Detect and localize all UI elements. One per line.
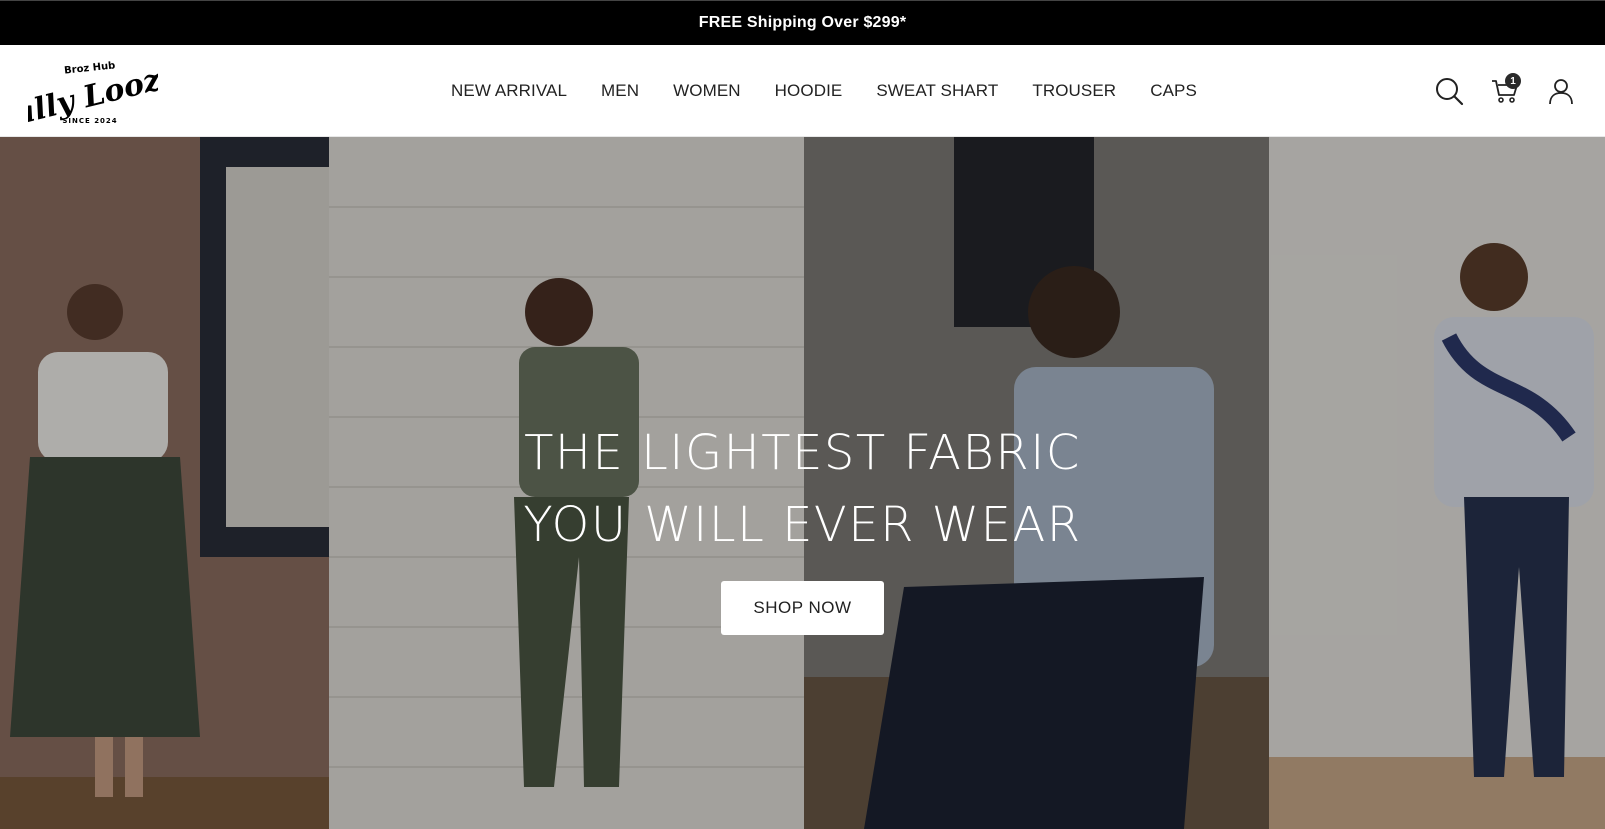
hero-content: THE LIGHTEST FABRIC YOU WILL EVER WEAR S… <box>0 137 1605 829</box>
nav-item-trouser[interactable]: TROUSER <box>1032 81 1116 101</box>
hero-headline: THE LIGHTEST FABRIC YOU WILL EVER WEAR <box>523 417 1081 561</box>
site-header: Broz Hub Sally Looze SINCE 2024 NEW ARRI… <box>0 45 1605 137</box>
logo-mark: Broz Hub Sally Looze SINCE 2024 <box>28 58 158 129</box>
brand-logo[interactable]: Broz Hub Sally Looze SINCE 2024 <box>28 55 158 129</box>
search-icon <box>1436 78 1464 106</box>
hero-banner: THE LIGHTEST FABRIC YOU WILL EVER WEAR S… <box>0 137 1605 829</box>
nav-item-hoodie[interactable]: HOODIE <box>775 81 843 101</box>
cart-button[interactable]: 1 <box>1489 73 1521 107</box>
main-nav: NEW ARRIVAL MEN WOMEN HOODIE SWEAT SHART… <box>451 45 1197 137</box>
nav-item-sweat-shart[interactable]: SWEAT SHART <box>876 81 998 101</box>
shop-now-button[interactable]: SHOP NOW <box>721 581 884 635</box>
user-icon <box>1549 79 1573 105</box>
nav-item-new-arrival[interactable]: NEW ARRIVAL <box>451 81 567 101</box>
announcement-bar: FREE Shipping Over $299* <box>0 0 1605 45</box>
header-icons: 1 <box>1433 45 1577 137</box>
nav-item-men[interactable]: MEN <box>601 81 639 101</box>
hero-headline-line1: THE LIGHTEST FABRIC <box>524 425 1081 481</box>
svg-text:SINCE 2024: SINCE 2024 <box>62 117 117 125</box>
announcement-text: FREE Shipping Over $299* <box>698 14 907 31</box>
cart-count-badge: 1 <box>1505 73 1521 89</box>
nav-item-women[interactable]: WOMEN <box>673 81 741 101</box>
nav-item-caps[interactable]: CAPS <box>1150 81 1197 101</box>
account-button[interactable] <box>1545 75 1577 107</box>
search-button[interactable] <box>1433 75 1465 107</box>
hero-headline-line2: YOU WILL EVER WEAR <box>523 497 1082 553</box>
